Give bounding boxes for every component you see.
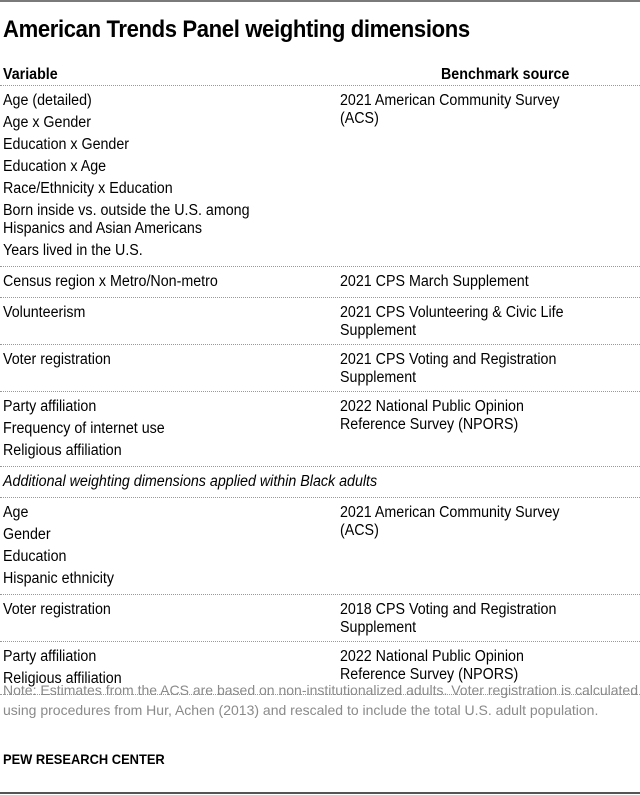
page-title: American Trends Panel weighting dimensio… [3, 16, 470, 43]
table-row: Party affiliation Frequency of internet … [0, 392, 640, 467]
subsection-label-text: Additional weighting dimensions applied … [3, 473, 378, 490]
table-row: Age Gender Education Hispanic ethnicity … [0, 498, 640, 595]
benchmark-cell: 2021 CPS March Supplement [340, 273, 529, 290]
benchmark-cell: 2022 National Public Opinion [340, 648, 524, 665]
variable-cell: Years lived in the U.S. [3, 242, 143, 259]
table-row: Voter registration 2021 CPS Voting and R… [0, 345, 640, 392]
benchmark-cell: 2021 CPS Voting and Registration [340, 351, 557, 368]
variable-cell: Party affiliation [3, 398, 97, 415]
variable-cell: Voter registration [3, 351, 111, 368]
variable-cell: Education [3, 548, 67, 565]
variable-cell: Age (detailed) [3, 92, 92, 109]
variable-cell: Volunteerism [3, 304, 86, 321]
table-row: Voter registration 2018 CPS Voting and R… [0, 595, 640, 642]
benchmark-cell: Reference Survey (NPORS) [340, 416, 519, 433]
benchmark-cell: Supplement [340, 619, 417, 636]
variable-cell: Race/Ethnicity x Education [3, 180, 173, 197]
benchmark-cell: (ACS) [340, 110, 379, 127]
benchmark-cell: Supplement [340, 369, 417, 386]
benchmark-cell: 2021 American Community Survey [340, 92, 560, 109]
table-header: Variable Benchmark source [0, 66, 640, 86]
variable-cell-continued: Hispanics and Asian Americans [3, 220, 202, 237]
variable-cell: Education x Gender [3, 136, 130, 153]
benchmark-cell: 2021 CPS Volunteering & Civic Life [340, 304, 564, 321]
benchmark-cell: (ACS) [340, 522, 379, 539]
variable-cell: Voter registration [3, 601, 111, 618]
variable-cell: Hispanic ethnicity [3, 570, 114, 587]
footnote: Note: Estimates from the ACS are based o… [3, 682, 639, 718]
weighting-table: Variable Benchmark source Age (detailed)… [0, 66, 640, 695]
top-rule [0, 0, 640, 2]
benchmark-cell: Supplement [340, 322, 417, 339]
variable-cell: Gender [3, 526, 51, 543]
bottom-rule [0, 792, 640, 794]
variable-cell: Education x Age [3, 158, 107, 175]
subsection-label: Additional weighting dimensions applied … [0, 467, 640, 498]
header-variable: Variable [3, 66, 58, 83]
variable-cell: Party affiliation [3, 648, 97, 665]
table-row: Volunteerism 2021 CPS Volunteering & Civ… [0, 298, 640, 345]
table-row: Age (detailed) Age x Gender Education x … [0, 86, 640, 267]
benchmark-cell: 2018 CPS Voting and Registration [340, 601, 557, 618]
variable-cell: Born inside vs. outside the U.S. among [3, 202, 250, 219]
source-credit-text: PEW RESEARCH CENTER [3, 751, 165, 767]
variable-cell: Census region x Metro/Non-metro [3, 273, 218, 290]
variable-cell: Age [3, 504, 29, 521]
variable-cell: Age x Gender [3, 114, 92, 131]
table-row: Census region x Metro/Non-metro 2021 CPS… [0, 267, 640, 298]
benchmark-cell: 2021 American Community Survey [340, 504, 560, 521]
header-benchmark: Benchmark source [440, 66, 570, 83]
benchmark-cell: 2022 National Public Opinion [340, 398, 524, 415]
source-credit: PEW RESEARCH CENTER [3, 751, 179, 767]
variable-cell: Religious affiliation [3, 442, 122, 459]
variable-cell: Frequency of internet use [3, 420, 165, 437]
